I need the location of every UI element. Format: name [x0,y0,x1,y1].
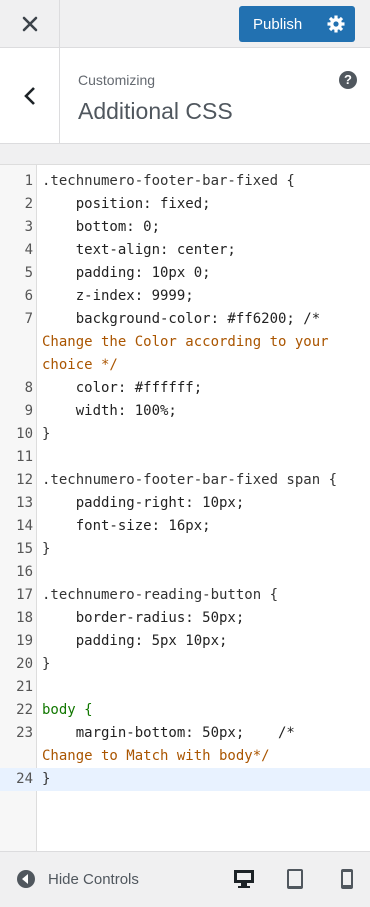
line-number: 13 [16,495,33,511]
mobile-preview-button[interactable] [334,866,360,892]
code-line[interactable]: 24} [0,768,370,791]
line-number: 11 [16,449,33,465]
line-number: 12 [16,472,33,488]
code-text: Change the Color according to your [42,334,329,350]
chevron-left-icon [23,87,35,105]
line-number: 21 [16,679,33,695]
line-number: 16 [16,564,33,580]
code-text: border-radius: 50px; [42,610,245,626]
top-bar: Publish [0,0,370,48]
code-line[interactable]: 17 .technumero-reading-button { [0,584,370,607]
code-text: color: #ffffff; [42,380,203,396]
code-line[interactable]: 8 color: #ffffff; [0,377,370,400]
code-line[interactable]: 1 .technumero-footer-bar-fixed { [0,170,370,193]
code-line[interactable]: 6 z-index: 9999; [0,285,370,308]
code-text: } [42,426,51,442]
line-number: 4 [24,242,33,258]
help-icon[interactable]: ? [339,71,357,89]
code-line[interactable]: 21 [0,676,370,699]
code-line[interactable]: 4 text-align: center; [0,239,370,262]
line-number: 7 [24,311,33,327]
code-text: padding: 10px 0; [42,265,211,281]
footer-bar: Hide Controls [0,851,370,907]
css-editor[interactable]: 1 .technumero-footer-bar-fixed { 2 positio… [0,164,370,852]
code-line[interactable]: Change to Match with body*/ [0,745,370,768]
code-text: width: 100%; [42,403,177,419]
tablet-icon [287,869,303,889]
section-header: Customizing Additional CSS ? [0,48,370,144]
code-text: choice */ [42,357,118,373]
arrow-left-circle-icon [17,870,35,888]
line-number: 8 [24,380,33,396]
code-line[interactable]: 3 bottom: 0; [0,216,370,239]
code-text: .technumero-footer-bar-fixed { [42,173,295,189]
code-line[interactable]: 10} [0,423,370,446]
close-icon [22,16,37,32]
close-button[interactable] [0,0,60,48]
code-line[interactable]: 22 body { [0,699,370,722]
line-number: 18 [16,610,33,626]
desktop-icon [234,870,254,888]
code-line[interactable]: 9 width: 100%; [0,400,370,423]
line-number: 2 [24,196,33,212]
customizing-label: Customizing [78,72,156,88]
line-number: 24 [16,771,33,787]
line-number: 20 [16,656,33,672]
hide-controls-button[interactable]: Hide Controls [16,869,139,889]
desktop-preview-button[interactable] [231,866,257,892]
line-number: 1 [24,173,33,189]
editor-spacer [0,144,370,164]
line-number: 6 [24,288,33,304]
tablet-preview-button[interactable] [282,866,308,892]
code-line[interactable]: 23 margin-bottom: 50px; /* [0,722,370,745]
code-line[interactable]: 19 padding: 5px 10px; [0,630,370,653]
code-line[interactable]: choice */ [0,354,370,377]
code-line[interactable]: 16 [0,561,370,584]
code-line[interactable]: 15} [0,538,370,561]
code-line[interactable]: 5 padding: 10px 0; [0,262,370,285]
code-text: } [42,656,51,672]
code-line[interactable]: 7 background-color: #ff6200; /* [0,308,370,331]
line-number: 22 [16,702,33,718]
code-line[interactable]: 14 font-size: 16px; [0,515,370,538]
line-number: 19 [16,633,33,649]
line-number: 9 [24,403,33,419]
code-text: font-size: 16px; [42,518,211,534]
code-line[interactable]: Change the Color according to your [0,331,370,354]
code-text: padding: 5px 10px; [42,633,228,649]
code-text: padding-right: 10px; [42,495,245,511]
code-text: position: fixed; [42,196,211,212]
line-number: 3 [24,219,33,235]
code-line[interactable]: 13 padding-right: 10px; [0,492,370,515]
mobile-icon [341,869,353,889]
page-title: Additional CSS [78,98,233,124]
code-line[interactable]: 20} [0,653,370,676]
code-text: Change to Match with body*/ [42,748,270,764]
code-text: z-index: 9999; [42,288,194,304]
code-text: body { [42,702,93,718]
line-number: 17 [16,587,33,603]
hide-controls-label: Hide Controls [48,870,139,888]
code-text: .technumero-footer-bar-fixed span { [42,472,338,488]
code-line[interactable]: 12 .technumero-footer-bar-fixed span { [0,469,370,492]
code-text: } [42,541,51,557]
line-number: 23 [16,725,33,741]
code-line[interactable]: 2 position: fixed; [0,193,370,216]
code-text: text-align: center; [42,242,236,258]
line-number: 10 [16,426,33,442]
code-text: .technumero-reading-button { [42,587,279,603]
publish-label: Publish [253,15,303,33]
code-text: margin-bottom: 50px; /* [42,725,295,741]
line-number: 5 [24,265,33,281]
code-text: } [42,771,51,787]
code-line[interactable]: 18 border-radius: 50px; [0,607,370,630]
publish-button[interactable]: Publish [239,6,355,42]
line-number: 14 [16,518,33,534]
gear-icon[interactable] [326,14,346,34]
code-text: background-color: #ff6200; /* [42,311,321,327]
back-button[interactable] [0,48,60,144]
line-number: 15 [16,541,33,557]
code-text: bottom: 0; [42,219,161,235]
code-line[interactable]: 11 [0,446,370,469]
